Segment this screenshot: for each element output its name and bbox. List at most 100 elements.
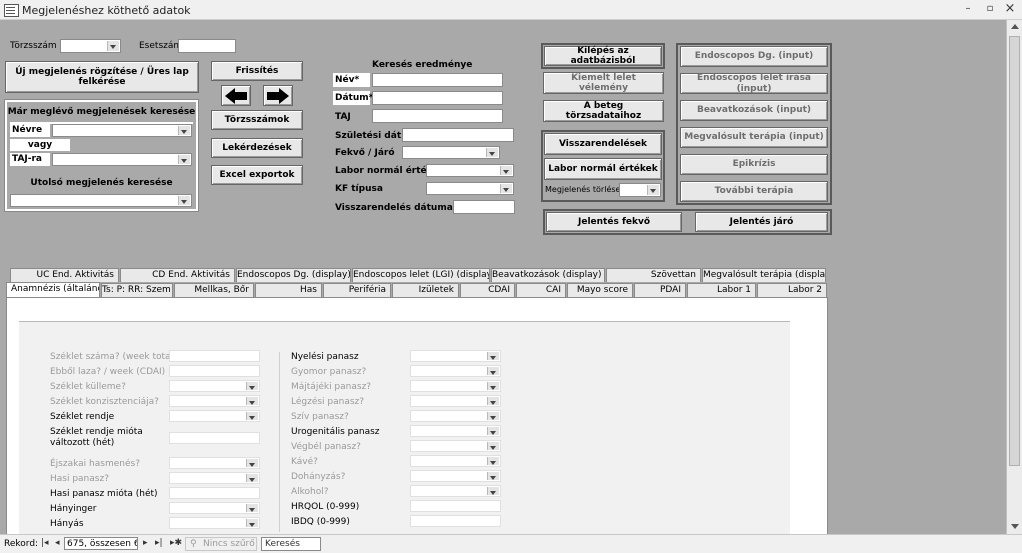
tab-anamnezis[interactable]: Anamnézis (általános)	[6, 282, 100, 297]
scroll-down-icon[interactable]	[1011, 524, 1019, 529]
chevron-down-icon[interactable]	[487, 472, 499, 480]
tab-szovettan[interactable]: Szövettan	[606, 268, 701, 282]
gyomor-panasz-combo[interactable]	[410, 365, 501, 377]
chevron-down-icon[interactable]	[487, 382, 499, 390]
tab-beavatkozasok-display[interactable]: Beavatkozások (display)	[491, 268, 605, 282]
chevron-down-icon[interactable]	[487, 442, 499, 450]
ebbol-laza-field[interactable]	[169, 365, 260, 377]
vertical-scrollbar[interactable]	[1006, 20, 1022, 534]
hasi-panasz-combo[interactable]	[169, 472, 260, 484]
esetszam-field[interactable]	[178, 39, 236, 53]
chevron-down-icon[interactable]	[107, 41, 119, 51]
chevron-down-icon[interactable]	[487, 427, 499, 435]
labor-normal-button[interactable]: Labor normál értékek	[544, 158, 662, 180]
visszarendeles-field[interactable]	[453, 200, 515, 214]
labor-normal-combo[interactable]	[426, 164, 514, 177]
szeklet-kulleme-combo[interactable]	[169, 380, 260, 392]
prev-record-button[interactable]	[221, 85, 251, 106]
chevron-down-icon[interactable]	[647, 185, 659, 195]
chevron-down-icon[interactable]	[487, 457, 499, 465]
torzsszamok-button[interactable]: Törzsszámok	[211, 110, 303, 130]
tab-uc-end-aktivitas[interactable]: UC End. Aktivitás	[10, 268, 119, 282]
tab-ts-p-rr-szem[interactable]: Ts: P: RR: Szem	[101, 283, 173, 297]
szeklet-rendje-miota-field[interactable]	[169, 432, 260, 444]
nev-field[interactable]	[372, 73, 503, 87]
previous-record-icon[interactable]: ◂	[55, 538, 60, 548]
minimize-button[interactable]: –	[960, 2, 976, 16]
datum-field[interactable]	[372, 91, 503, 105]
taj-field[interactable]	[372, 109, 503, 123]
tab-labor-2[interactable]: Labor 2	[757, 283, 827, 297]
chevron-down-icon[interactable]	[487, 367, 499, 375]
szeklet-konzisztencia-combo[interactable]	[169, 395, 260, 407]
close-button[interactable]: ×	[1002, 2, 1018, 16]
szeklet-rendje-combo[interactable]	[169, 410, 260, 422]
epikrizis-button[interactable]: Epikrízis	[680, 154, 828, 175]
alkohol-combo[interactable]	[410, 485, 501, 497]
vegbel-panasz-combo[interactable]	[410, 440, 501, 452]
tab-mayo-score[interactable]: Mayo score	[567, 283, 633, 297]
hanyas-combo[interactable]	[169, 517, 260, 529]
by-taj-combo[interactable]	[52, 153, 192, 166]
ejszakai-hasmenes-combo[interactable]	[169, 457, 260, 469]
scroll-thumb[interactable]	[1009, 36, 1020, 466]
tab-has[interactable]: Has	[255, 283, 322, 297]
tovabbi-terapia-button[interactable]: További terápia	[680, 181, 828, 202]
record-position-field[interactable]: 675, összesen 675	[64, 537, 138, 550]
new-visit-button[interactable]: Új megjelenés rögzítése / Üres lap felké…	[5, 61, 199, 93]
excel-export-button[interactable]: Excel exportok	[211, 165, 303, 185]
last-visit-combo[interactable]	[10, 194, 192, 207]
szeklet-szama-field[interactable]	[169, 350, 260, 362]
torzsadat-button[interactable]: A beteg törzsadataihoz	[543, 100, 664, 122]
next-record-button[interactable]	[263, 85, 293, 106]
tab-izuletek[interactable]: Izületek	[392, 283, 459, 297]
chevron-down-icon[interactable]	[246, 459, 258, 467]
chevron-down-icon[interactable]	[246, 397, 258, 405]
hrqol-field[interactable]	[410, 500, 501, 512]
chevron-down-icon[interactable]	[246, 382, 258, 390]
jelentes-jaro-button[interactable]: Jelentés járó	[695, 212, 828, 232]
chevron-down-icon[interactable]	[246, 519, 258, 527]
filter-indicator[interactable]: ⚲ Nincs szűrő	[185, 537, 257, 551]
search-input[interactable]: Keresés	[261, 537, 321, 551]
nyelesi-panasz-combo[interactable]	[410, 350, 501, 362]
kave-combo[interactable]	[410, 455, 501, 467]
hanyinger-combo[interactable]	[169, 502, 260, 514]
tab-cd-end-aktivitas[interactable]: CD End. Aktivitás	[120, 268, 235, 282]
hasi-panasz-miota-field[interactable]	[169, 487, 260, 499]
tab-pdai[interactable]: PDAI	[634, 283, 686, 297]
scroll-up-icon[interactable]	[1011, 24, 1019, 29]
tab-endo-dg-display[interactable]: Endoscopos Dg. (display)	[236, 268, 351, 282]
chevron-down-icon[interactable]	[178, 155, 190, 164]
first-record-icon[interactable]: |◂	[41, 538, 49, 548]
terapia-button[interactable]: Megvalósult terápia (input)	[680, 127, 828, 148]
tab-endo-lelet-display[interactable]: Endoscopos lelet (LGI) (display)	[352, 268, 490, 282]
tab-cai[interactable]: CAI	[516, 283, 566, 297]
visszarendelesek-button[interactable]: Visszarendelések	[544, 133, 662, 155]
szuletesi-field[interactable]	[402, 128, 514, 142]
chevron-down-icon[interactable]	[487, 352, 499, 360]
maximize-button[interactable]: ▫	[982, 2, 998, 16]
exit-database-button[interactable]: Kilépés az adatbázisból	[544, 46, 662, 66]
tab-terapia-display[interactable]: Megvalósult terápia (display)	[702, 268, 826, 282]
refresh-button[interactable]: Frissítés	[211, 61, 303, 81]
next-record-icon[interactable]: ▸	[143, 538, 148, 548]
chevron-down-icon[interactable]	[487, 397, 499, 405]
kiemelt-lelet-button[interactable]: Kiemelt lelet vélemény	[543, 72, 664, 94]
beavatkozasok-button[interactable]: Beavatkozások (input)	[680, 100, 828, 121]
chevron-down-icon[interactable]	[487, 487, 499, 495]
chevron-down-icon[interactable]	[246, 412, 258, 420]
endo-dg-button[interactable]: Endoscopos Dg. (input)	[680, 46, 828, 67]
urogenitalis-panasz-combo[interactable]	[410, 425, 501, 437]
legzesi-panasz-combo[interactable]	[410, 395, 501, 407]
chevron-down-icon[interactable]	[178, 126, 190, 135]
tab-periferia[interactable]: Periféria	[323, 283, 391, 297]
chevron-down-icon[interactable]	[178, 196, 190, 205]
dohanyzas-combo[interactable]	[410, 470, 501, 482]
majtajeki-panasz-combo[interactable]	[410, 380, 501, 392]
chevron-down-icon[interactable]	[246, 504, 258, 512]
chevron-down-icon[interactable]	[246, 474, 258, 482]
new-record-icon[interactable]: ▸✱	[170, 538, 182, 548]
chevron-down-icon[interactable]	[500, 184, 512, 193]
torzsszam-combo[interactable]	[60, 39, 121, 53]
